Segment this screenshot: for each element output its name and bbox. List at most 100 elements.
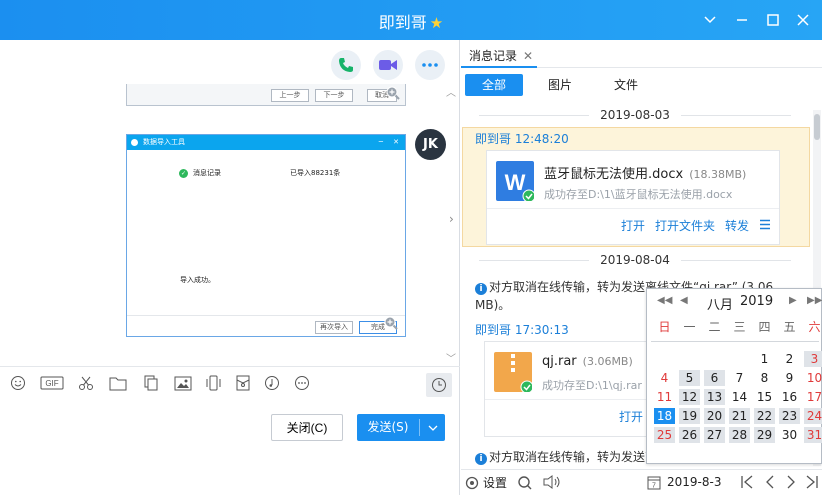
calendar-day[interactable]: 20 bbox=[704, 408, 725, 424]
calendar-day[interactable]: 5 bbox=[679, 370, 700, 386]
calendar-day[interactable]: 17 bbox=[804, 389, 822, 405]
music-button[interactable] bbox=[262, 373, 282, 393]
calendar-day[interactable]: 22 bbox=[754, 408, 775, 424]
message-area[interactable]: 上一步 下一步 取消 ︿ 数据导入工具 ─ ✕ ✓ 消息记录 已导入88231条… bbox=[0, 40, 460, 367]
calendar-day[interactable]: 15 bbox=[754, 389, 775, 405]
menu-icon[interactable] bbox=[759, 219, 771, 233]
voice-playback-button[interactable] bbox=[542, 474, 562, 493]
message-sender: 即到哥 17:30:13 bbox=[475, 323, 569, 337]
close-window-button[interactable] bbox=[793, 10, 813, 30]
first-page-button[interactable] bbox=[740, 475, 754, 492]
calendar-day[interactable]: 16 bbox=[779, 389, 800, 405]
calendar-day[interactable]: 8 bbox=[754, 370, 775, 386]
zoom-icon[interactable] bbox=[385, 85, 401, 104]
filter-images[interactable]: 图片 bbox=[535, 74, 585, 96]
open-folder-link[interactable]: 打开文件夹 bbox=[655, 217, 715, 234]
prev-page-button[interactable] bbox=[764, 475, 776, 492]
doc-button[interactable] bbox=[141, 373, 161, 393]
date-value[interactable]: 2019-8-3 bbox=[667, 475, 721, 489]
calendar-day[interactable]: 23 bbox=[779, 408, 800, 424]
settings-button[interactable]: 设置 bbox=[465, 474, 507, 491]
red-packet-button[interactable] bbox=[233, 373, 253, 393]
image-message-1[interactable]: 上一步 下一步 取消 bbox=[126, 84, 406, 106]
close-tab-icon[interactable]: ✕ bbox=[523, 49, 533, 63]
prev-year-icon[interactable]: ◀◀ bbox=[657, 295, 672, 306]
calendar-day[interactable]: 18 bbox=[654, 408, 675, 424]
open-file-link[interactable]: 打开 bbox=[621, 217, 645, 234]
next-month-icon[interactable]: ▶ bbox=[789, 295, 797, 306]
calendar-day[interactable]: 4 bbox=[654, 370, 675, 386]
file-card[interactable]: W 蓝牙鼠标无法使用.docx (18.38MB) 成功存至D:\1\蓝牙鼠标无法… bbox=[486, 150, 780, 245]
date-picker-button[interactable]: 7 bbox=[647, 475, 661, 493]
calendar-day[interactable]: 7 bbox=[729, 370, 750, 386]
import-again-label: 再次导入 bbox=[315, 321, 353, 334]
folder-icon bbox=[109, 377, 127, 390]
minimize-button[interactable] bbox=[732, 10, 752, 30]
calendar-day[interactable]: 1 bbox=[754, 351, 775, 367]
more-tools-button[interactable] bbox=[292, 373, 312, 393]
screenshot-button[interactable] bbox=[76, 373, 96, 393]
voice-call-button[interactable] bbox=[331, 50, 361, 80]
weekday-label: 一 bbox=[683, 320, 696, 334]
calendar-day[interactable]: 11 bbox=[654, 389, 675, 405]
more-options-button[interactable] bbox=[415, 50, 445, 80]
history-tabs: 消息记录 ✕ bbox=[461, 40, 822, 68]
info-icon: i bbox=[475, 453, 487, 465]
zoom-icon[interactable] bbox=[383, 315, 399, 334]
calendar-day[interactable]: 2 bbox=[779, 351, 800, 367]
shake-button[interactable] bbox=[203, 373, 223, 393]
history-button[interactable] bbox=[426, 373, 452, 397]
last-page-button[interactable] bbox=[805, 475, 819, 492]
calendar-day[interactable]: 30 bbox=[779, 427, 800, 443]
weekday-label: 六 bbox=[808, 320, 821, 334]
gif-button[interactable]: GIF bbox=[40, 373, 64, 393]
forward-link[interactable]: 转发 bbox=[725, 217, 749, 234]
calendar-day[interactable]: 21 bbox=[729, 408, 750, 424]
red-packet-icon bbox=[236, 375, 250, 391]
avatar[interactable]: JK bbox=[415, 129, 446, 160]
next-page-button[interactable] bbox=[785, 475, 797, 492]
image-message-2[interactable]: 数据导入工具 ─ ✕ ✓ 消息记录 已导入88231条 导入成功。 再次导入 完… bbox=[126, 134, 406, 337]
send-options-button[interactable] bbox=[420, 414, 445, 441]
calendar-day[interactable]: 9 bbox=[779, 370, 800, 386]
calendar-day[interactable]: 3 bbox=[804, 351, 822, 367]
search-button[interactable] bbox=[517, 475, 533, 494]
maximize-button[interactable] bbox=[763, 10, 783, 30]
next-year-icon[interactable]: ▶▶ bbox=[807, 295, 822, 306]
prev-month-icon[interactable]: ◀ bbox=[680, 295, 688, 306]
calendar-day[interactable]: 6 bbox=[704, 370, 725, 386]
scrollbar-thumb[interactable] bbox=[814, 114, 820, 140]
calendar-day[interactable]: 31 bbox=[804, 427, 822, 443]
calendar-day[interactable]: 14 bbox=[729, 389, 750, 405]
calendar-day[interactable]: 26 bbox=[679, 427, 700, 443]
scroll-down-icon[interactable]: ﹀ bbox=[446, 350, 456, 365]
video-call-button[interactable] bbox=[373, 50, 403, 80]
calendar-day[interactable]: 28 bbox=[729, 427, 750, 443]
calendar-day[interactable]: 25 bbox=[654, 427, 675, 443]
send-file-button[interactable] bbox=[108, 373, 128, 393]
scroll-up-icon[interactable]: ︿ bbox=[446, 84, 456, 99]
send-button[interactable]: 发送(S) bbox=[357, 414, 445, 441]
close-button[interactable]: 关闭(C) bbox=[271, 414, 343, 441]
calendar-day[interactable]: 27 bbox=[704, 427, 725, 443]
video-camera-icon bbox=[379, 60, 397, 70]
filter-files[interactable]: 文件 bbox=[601, 74, 651, 96]
open-file-link[interactable]: 打开 bbox=[619, 408, 643, 425]
weekday-label: 五 bbox=[783, 320, 796, 334]
collapse-button[interactable] bbox=[700, 10, 720, 30]
send-label[interactable]: 发送(S) bbox=[357, 414, 419, 441]
tab-message-history[interactable]: 消息记录 ✕ bbox=[469, 47, 533, 64]
calendar-day[interactable]: 12 bbox=[679, 389, 700, 405]
calendar-day[interactable]: 29 bbox=[754, 427, 775, 443]
file-message-1[interactable]: 即到哥 12:48:20 W 蓝牙鼠标无法使用.docx (18.38MB) 成功… bbox=[462, 127, 810, 247]
send-image-button[interactable] bbox=[173, 373, 193, 393]
calendar-year[interactable]: 2019 bbox=[740, 294, 773, 309]
calendar-day[interactable]: 24 bbox=[804, 408, 822, 424]
filter-all[interactable]: 全部 bbox=[465, 74, 523, 96]
calendar-month[interactable]: 八月 bbox=[707, 294, 733, 313]
emoji-button[interactable] bbox=[8, 373, 28, 393]
calendar-day[interactable]: 19 bbox=[679, 408, 700, 424]
calendar-day[interactable]: 13 bbox=[704, 389, 725, 405]
expand-panel-icon[interactable]: › bbox=[449, 212, 454, 226]
calendar-day[interactable]: 10 bbox=[804, 370, 822, 386]
